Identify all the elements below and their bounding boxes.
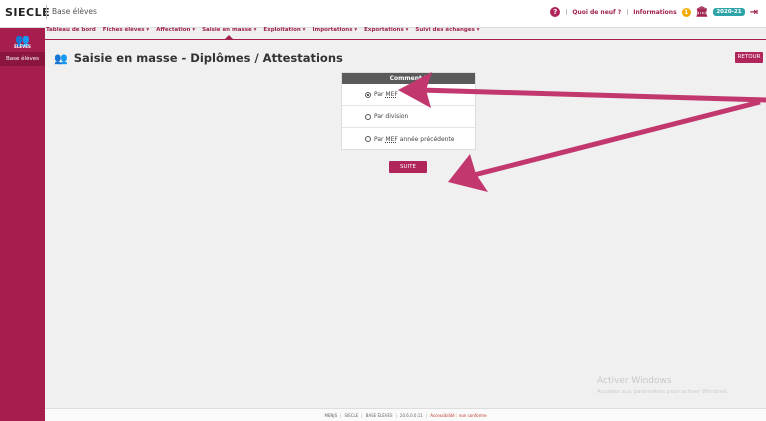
- menu-importations[interactable]: Importations ▾: [312, 27, 357, 39]
- windows-activation-subtitle: Accédez aux paramètres pour activer Wind…: [597, 389, 729, 395]
- whats-new-link[interactable]: Quoi de neuf ?: [572, 9, 621, 16]
- radio-button[interactable]: [365, 113, 371, 120]
- school-year-badge[interactable]: 2020-21: [713, 8, 745, 16]
- menu-tableau-de-bord[interactable]: Tableau de bord: [46, 27, 96, 39]
- menu-fiches-eleves[interactable]: Fiches élèves ▾: [103, 27, 149, 39]
- help-icon[interactable]: ?: [550, 7, 561, 17]
- radio-button[interactable]: [365, 91, 371, 98]
- windows-activation-title: Activer Windows: [597, 376, 672, 386]
- top-right-toolbar: ? | Quoi de neuf ? | Informations 1 🏛 20…: [550, 5, 758, 19]
- menu-saisie-en-masse[interactable]: Saisie en masse ▾: [202, 27, 256, 39]
- footer-item: MENJS: [324, 412, 338, 418]
- footer-version: 20.6.0.0.11: [399, 412, 423, 418]
- arrow-to-suite-line: [469, 99, 761, 179]
- page-title: Saisie en masse - Diplômes / Attestation…: [73, 51, 343, 65]
- sidebar-logo-caption: ÉLÈVES: [14, 44, 31, 49]
- toolbar-separator: |: [565, 8, 568, 16]
- suite-button[interactable]: SUITE: [389, 161, 427, 173]
- panel-header: Comment ?: [342, 73, 475, 84]
- bank-icon[interactable]: 🏛: [696, 7, 709, 18]
- page-header: 👥 Saisie en masse - Diplômes / Attestati…: [54, 51, 343, 65]
- option-label: Par division: [374, 113, 409, 120]
- option-par-mef[interactable]: Par MEF: [342, 84, 475, 106]
- choice-panel: Comment ? Par MEF Par division Par MEF a…: [341, 72, 476, 150]
- footer: MENJS | SIECLE | BASE ÉLÈVES | 20.6.0.0.…: [45, 408, 766, 421]
- informations-link[interactable]: Informations: [633, 9, 676, 16]
- sidebar: 👥 ÉLÈVES Base élèves: [0, 28, 45, 421]
- menu-divider: [45, 39, 766, 40]
- menu-exploitation[interactable]: Exploitation ▾: [263, 27, 305, 39]
- arrow-to-suite-head: [448, 154, 488, 192]
- brand-separator: [46, 5, 47, 19]
- brand-logo[interactable]: SIECLE: [5, 6, 50, 19]
- accessibility-link[interactable]: Accessibilité : non conforme: [430, 413, 486, 418]
- option-label: Par MEF: [374, 91, 398, 98]
- option-par-mef-annee-precedente[interactable]: Par MEF année précédente: [342, 128, 475, 150]
- toolbar-separator: |: [626, 8, 629, 16]
- footer-separator: |: [361, 412, 363, 418]
- radio-button[interactable]: [365, 136, 371, 142]
- footer-separator: |: [395, 412, 397, 418]
- sidebar-item-base-eleves[interactable]: Base élèves: [0, 52, 45, 66]
- option-par-division[interactable]: Par division: [342, 106, 475, 128]
- menu-suivi-des-echanges[interactable]: Suivi des échanges ▾: [415, 27, 479, 39]
- footer-separator: |: [340, 412, 342, 418]
- info-count-badge: 1: [681, 7, 691, 17]
- main-menu: Tableau de bord Fiches élèves ▾ Affectat…: [46, 27, 480, 39]
- app-name: Base élèves: [52, 7, 97, 16]
- footer-item: BASE ÉLÈVES: [365, 412, 393, 418]
- footer-separator: |: [425, 412, 428, 418]
- top-bar: SIECLE Base élèves ? | Quoi de neuf ? | …: [0, 0, 766, 28]
- footer-item: SIECLE: [344, 412, 359, 418]
- retour-button[interactable]: RETOUR: [735, 52, 763, 63]
- students-icon: 👥: [54, 51, 68, 65]
- menu-affectation[interactable]: Affectation ▾: [156, 27, 195, 39]
- logout-icon[interactable]: ⇥: [750, 7, 758, 18]
- menu-exportations[interactable]: Exportations ▾: [364, 27, 408, 39]
- option-label: Par MEF année précédente: [374, 135, 455, 143]
